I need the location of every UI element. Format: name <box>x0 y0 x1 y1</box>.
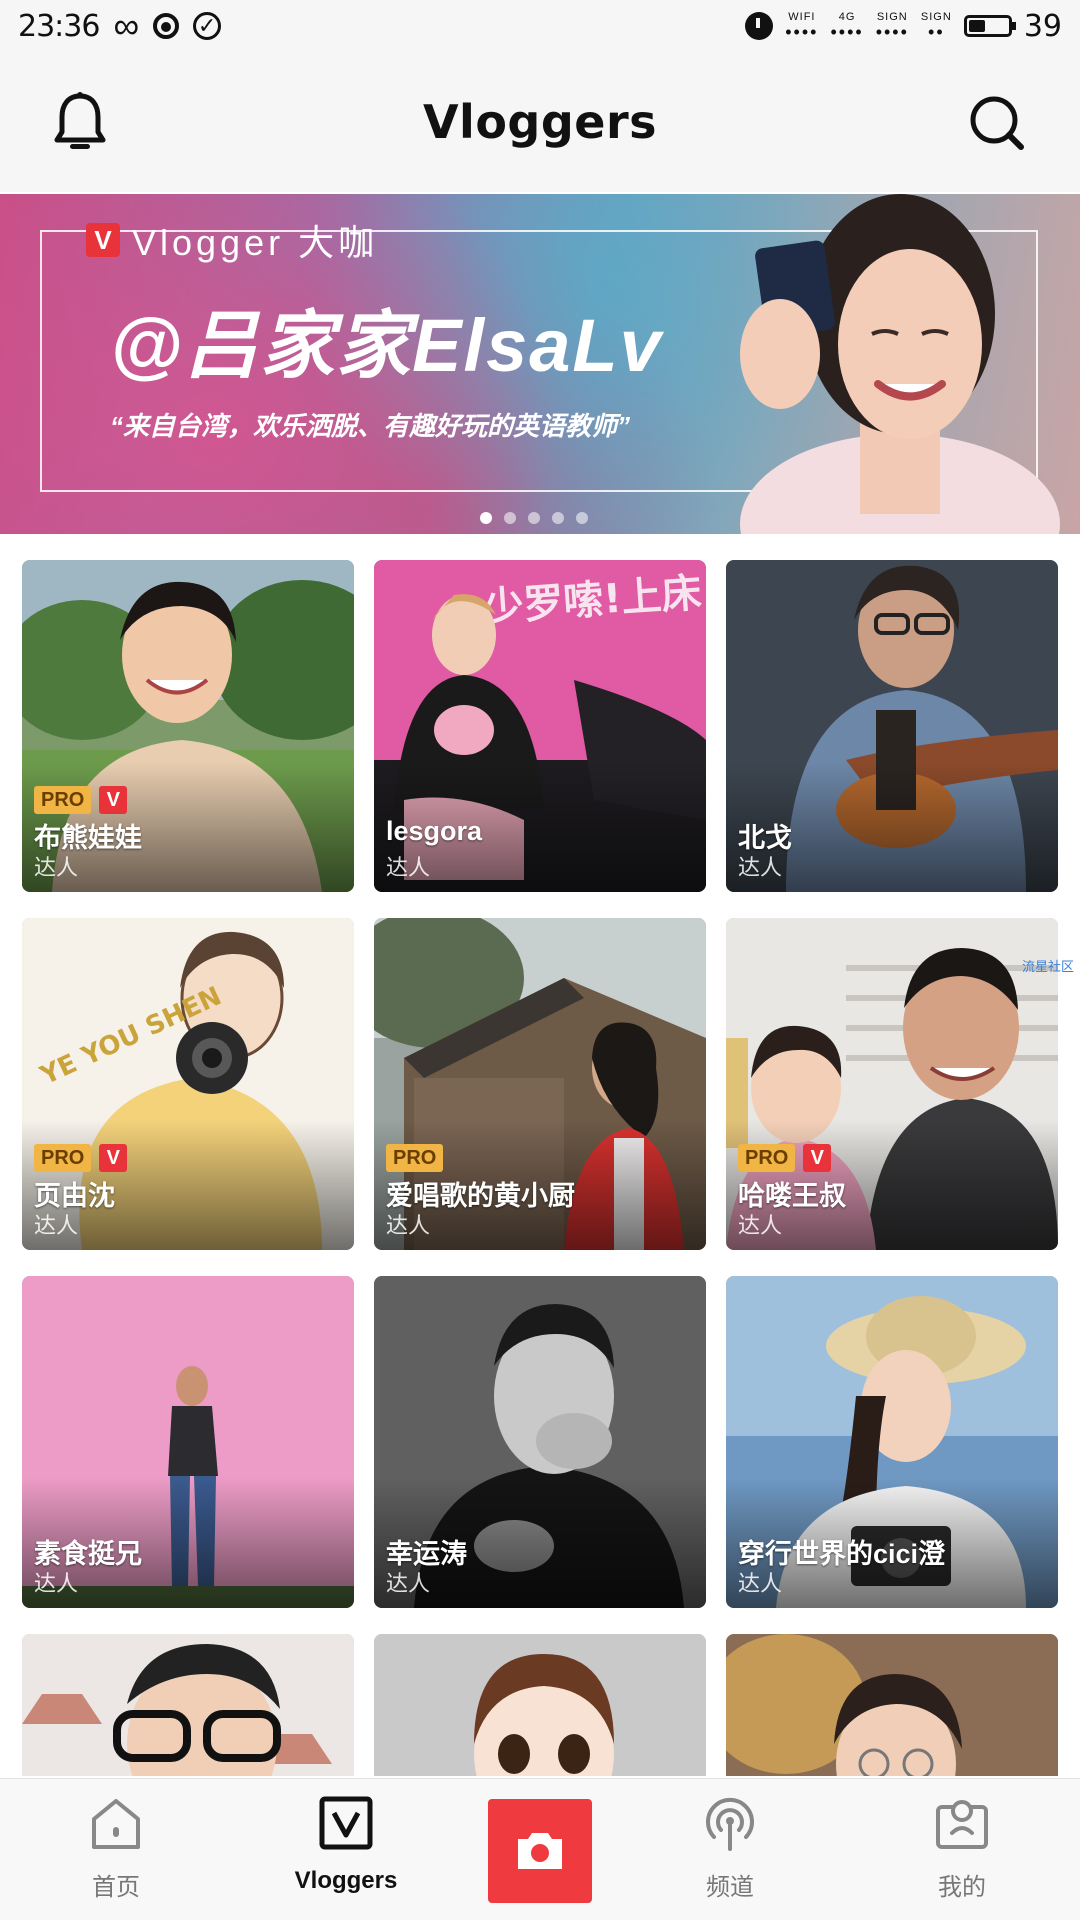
banner-photo <box>740 194 1060 534</box>
nav-channel[interactable]: 频道 <box>650 1793 810 1913</box>
carousel-dot[interactable] <box>480 512 492 524</box>
sign-label-2: SIGN <box>920 10 952 23</box>
pro-badge: PRO <box>34 786 92 814</box>
vlogger-role: 达人 <box>738 1571 783 1596</box>
vlogger-card[interactable]: 素食挺兄 达人 <box>22 1276 354 1608</box>
vlogger-card[interactable]: 幸运涛 达人 <box>374 1276 706 1608</box>
v-badge: V <box>86 223 120 257</box>
vlogger-role: 达人 <box>34 855 79 880</box>
search-icon <box>970 96 1024 150</box>
status-bar: 23:36 ∞ ✓ WIFI •••• 4G •••• SIGN •••• SI… <box>0 0 1080 52</box>
camera-icon <box>518 1833 562 1869</box>
infinity-icon: ∞ <box>113 5 140 46</box>
vlogger-card[interactable] <box>374 1634 706 1776</box>
nav-label: 我的 <box>938 1874 986 1901</box>
vlogger-card[interactable]: PRO V 哈喽王叔 达人 <box>726 918 1058 1250</box>
v-badge: V <box>803 1144 832 1172</box>
vlogger-card[interactable] <box>726 1634 1058 1776</box>
banner-tag-text: Vlogger 大咖 <box>132 222 379 263</box>
status-time: 23:36 <box>18 8 100 44</box>
vlogger-photo <box>22 1634 354 1776</box>
vlogger-card[interactable]: 穿行世界的cici澄 达人 <box>726 1276 1058 1608</box>
vlogger-role: 达人 <box>34 1213 79 1238</box>
vlogger-card[interactable]: YE YOU SHEN PRO V 页由沈 达人 <box>22 918 354 1250</box>
carousel-dot[interactable] <box>528 512 540 524</box>
check-circle-icon: ✓ <box>193 12 222 40</box>
home-icon <box>92 1799 140 1849</box>
card-badges: PRO V <box>34 786 128 814</box>
vlogger-role: 达人 <box>386 1213 431 1238</box>
signal-indicator-1: 4G •••• <box>830 10 864 42</box>
pro-badge: PRO <box>386 1144 444 1172</box>
vlogger-card[interactable]: PRO V 布熊娃娃 达人 <box>22 560 354 892</box>
vlogger-card[interactable]: 北戈 达人 <box>726 560 1058 892</box>
pro-badge: PRO <box>34 1144 92 1172</box>
card-badges: PRO <box>386 1144 444 1172</box>
notifications-button[interactable] <box>48 90 112 154</box>
vloggers-icon <box>319 1796 373 1850</box>
nav-label: Vloggers <box>294 1867 398 1894</box>
featured-banner[interactable]: V Vlogger 大咖 @吕家家ElsaLv “来自台湾，欢乐洒脱、有趣好玩的… <box>0 194 1080 534</box>
signal-dots-icon: •••• <box>830 21 864 42</box>
banner-vlogger-name: @吕家家ElsaLv <box>110 304 663 387</box>
wifi-indicator: WIFI •••• <box>785 10 819 42</box>
vlogger-role: 达人 <box>738 1213 783 1238</box>
banner-tag: V Vlogger 大咖 <box>86 214 378 266</box>
signal-indicator-2: SIGN •••• <box>875 10 909 42</box>
v-badge: V <box>99 786 128 814</box>
carousel-dot[interactable] <box>552 512 564 524</box>
bell-icon <box>54 92 106 149</box>
nav-home[interactable]: 首页 <box>36 1793 196 1913</box>
nav-profile[interactable]: 我的 <box>882 1793 1042 1913</box>
status-left: 23:36 ∞ ✓ <box>18 5 222 46</box>
card-badges: PRO V <box>738 1144 832 1172</box>
sign-label-1: SIGN <box>876 10 908 23</box>
battery-percent: 39 <box>1023 8 1062 44</box>
pro-badge: PRO <box>738 1144 796 1172</box>
app-header: Vloggers <box>0 52 1080 192</box>
search-button[interactable] <box>964 90 1028 154</box>
vlogger-card[interactable] <box>22 1634 354 1776</box>
bottom-navigation: 首页 Vloggers 频道 我的 <box>0 1778 1080 1920</box>
nav-label: 频道 <box>706 1874 754 1901</box>
side-watermark: 流星社区 <box>1021 959 1074 974</box>
channel-icon <box>706 1797 754 1851</box>
page-title: Vloggers <box>422 95 658 149</box>
vlogger-role: 达人 <box>386 855 431 880</box>
alarm-icon <box>745 12 774 40</box>
carousel-indicators <box>480 512 588 524</box>
vlogger-photo <box>726 1634 1058 1776</box>
signal-dots-icon: •••• <box>875 21 909 42</box>
network-label: 4G <box>838 10 856 23</box>
wifi-label: WIFI <box>788 10 816 23</box>
vlogger-card[interactable]: 少罗嗦!上床 lesgora 达人 <box>374 560 706 892</box>
vlogger-role: 达人 <box>738 855 783 880</box>
card-badges: PRO V <box>34 1144 128 1172</box>
notification-icon <box>153 13 180 39</box>
nav-label: 首页 <box>92 1874 140 1901</box>
carousel-dot[interactable] <box>576 512 588 524</box>
battery-icon <box>963 15 1016 37</box>
signal-dots-icon: •• <box>928 21 945 42</box>
signal-indicator-3: SIGN •• <box>920 10 952 42</box>
wifi-dots-icon: •••• <box>785 21 819 42</box>
profile-icon <box>936 1800 988 1849</box>
camera-button[interactable] <box>488 1799 592 1903</box>
nav-vloggers[interactable]: Vloggers <box>266 1793 426 1913</box>
vlogger-role: 达人 <box>386 1571 431 1596</box>
carousel-dot[interactable] <box>504 512 516 524</box>
vlogger-name: lesgora <box>386 816 483 846</box>
vlogger-card[interactable]: PRO 爱唱歌的黄小厨 达人 <box>374 918 706 1250</box>
status-right: WIFI •••• 4G •••• SIGN •••• SIGN •• 39 <box>745 9 1062 44</box>
banner-quote: “来自台湾，欢乐洒脱、有趣好玩的英语教师” <box>110 411 631 441</box>
v-badge: V <box>99 1144 128 1172</box>
vlogger-role: 达人 <box>34 1571 79 1596</box>
vlogger-photo <box>374 1634 706 1776</box>
vlogger-grid: PRO V 布熊娃娃 达人 少罗嗦!上床 lesgora 达人 北戈 达人 YE… <box>22 560 1058 1776</box>
